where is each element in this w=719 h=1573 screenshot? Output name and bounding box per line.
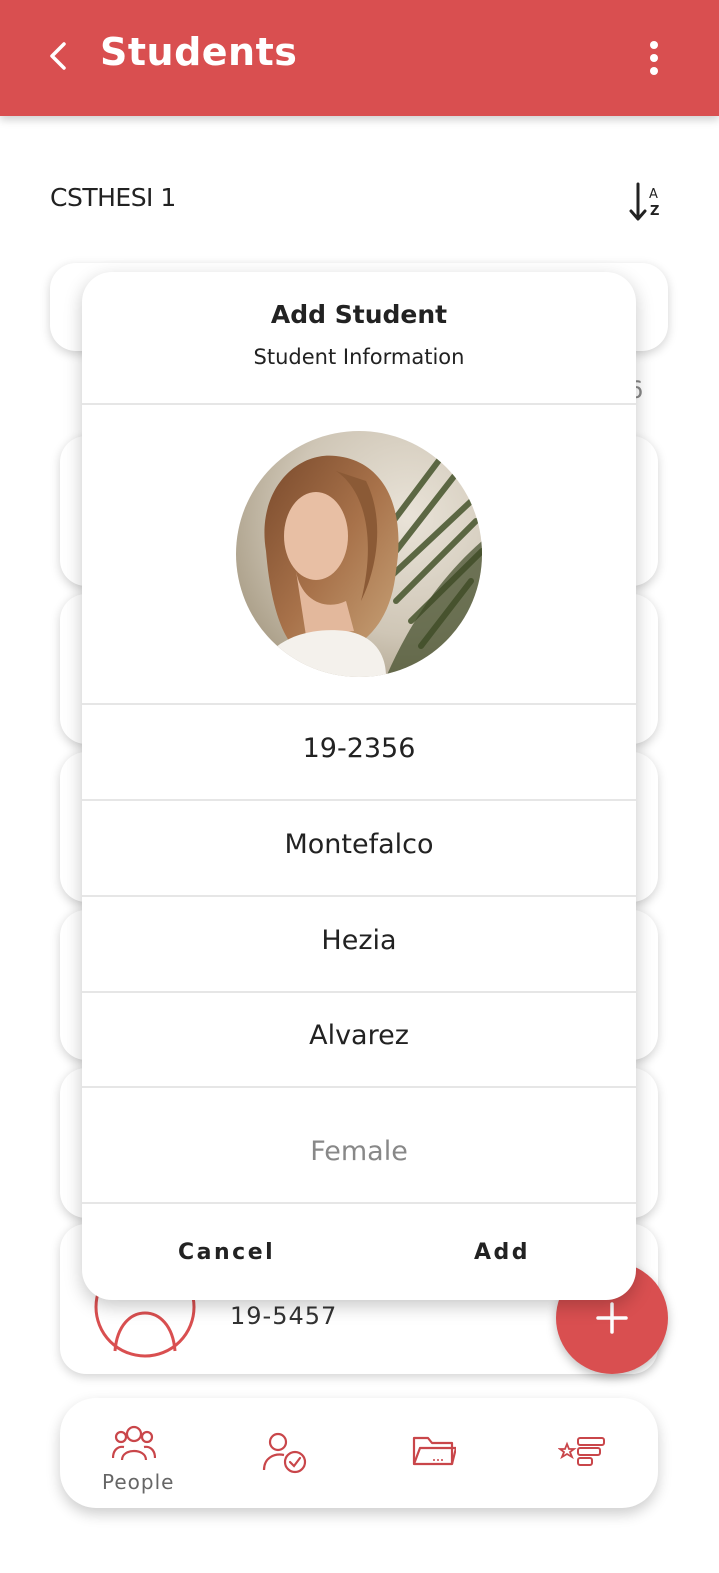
more-vertical-icon[interactable] <box>636 36 672 80</box>
ranking-list-icon <box>558 1437 605 1466</box>
divider <box>82 403 636 405</box>
add-button[interactable]: Add <box>474 1240 530 1265</box>
divider <box>82 1086 636 1088</box>
nav-item-people[interactable]: People <box>60 1398 210 1508</box>
chevron-left-icon[interactable] <box>38 34 78 78</box>
nav-item-attendance[interactable] <box>210 1398 360 1508</box>
user-check-icon <box>262 1432 307 1474</box>
last-name-field[interactable]: Montefalco <box>82 829 636 860</box>
dialog-title: Add Student <box>270 300 448 329</box>
first-name-field[interactable]: Hezia <box>82 925 636 956</box>
sort-alpha-icon[interactable]: A Z <box>628 180 668 224</box>
class-section-title: CSTHESI 1 <box>50 183 176 212</box>
app-bar: Students <box>0 0 719 116</box>
gender-field[interactable]: Female <box>82 1136 636 1167</box>
people-icon <box>112 1425 156 1461</box>
folder-icon <box>412 1436 456 1466</box>
divider <box>82 895 636 897</box>
divider <box>82 703 636 705</box>
divider <box>82 991 636 993</box>
student-id-text: 19-5457 <box>230 1302 338 1330</box>
cancel-button[interactable]: Cancel <box>178 1240 275 1265</box>
bottom-navigation: People <box>60 1398 658 1508</box>
dialog-subtitle: Student Information <box>253 345 465 369</box>
nav-item-ranking[interactable] <box>510 1398 658 1508</box>
nav-item-files[interactable] <box>360 1398 510 1508</box>
plus-icon <box>596 1302 628 1334</box>
add-student-dialog: Add Student Student Information 19-2356 … <box>82 272 636 1300</box>
student-id-field[interactable]: 19-2356 <box>82 733 636 764</box>
svg-text:Z: Z <box>650 204 659 219</box>
student-photo[interactable] <box>236 431 482 677</box>
svg-text:A: A <box>649 187 658 202</box>
nav-label-people: People <box>102 1470 175 1494</box>
divider <box>82 799 636 801</box>
middle-name-field[interactable]: Alvarez <box>82 1020 636 1051</box>
page-title: Students <box>100 30 298 74</box>
divider <box>82 1202 636 1204</box>
